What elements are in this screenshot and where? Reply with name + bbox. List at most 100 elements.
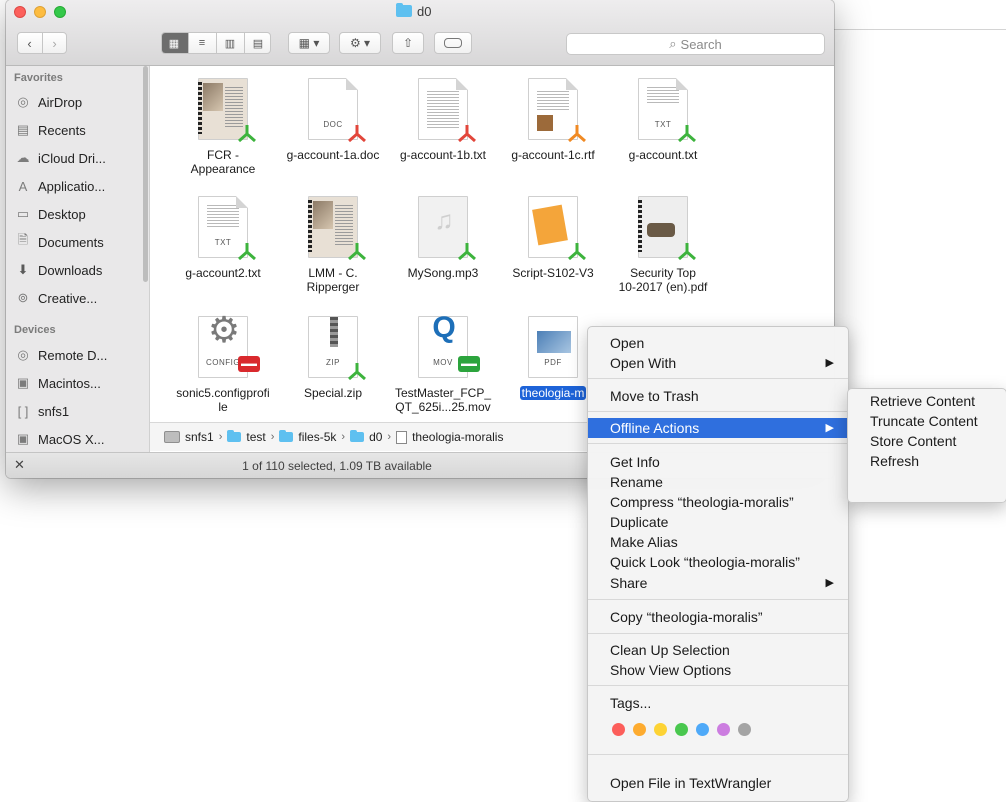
- file-item[interactable]: FCR - Appearance: [168, 78, 278, 176]
- minimize-window-button[interactable]: [34, 6, 46, 18]
- menu-item-move-to-trash[interactable]: Move to Trash: [588, 386, 848, 406]
- sidebar-item-remote-disc[interactable]: ◎ Remote D...: [15, 344, 145, 366]
- search-field[interactable]: ⌕ Search: [566, 33, 825, 55]
- menu-item-rename[interactable]: Rename: [588, 472, 848, 492]
- path-item[interactable]: snfs1: [185, 430, 214, 444]
- sidebar-item-downloads[interactable]: ⬇ Downloads: [15, 259, 145, 281]
- sidebar-item-applications[interactable]: A Applicatio...: [15, 175, 145, 197]
- sync-status-icon: [348, 363, 366, 381]
- menu-separator: [588, 754, 848, 755]
- sidebar-item-desktop[interactable]: ▭ Desktop: [15, 203, 145, 225]
- file-item[interactable]: LMM - C. Ripperger: [278, 196, 388, 294]
- document-thumbnail-icon: [198, 78, 256, 143]
- tag-green-button[interactable]: [675, 723, 688, 736]
- file-item[interactable]: MOV ▬▬ TestMaster_FCP_ QT_625i...25.mov: [388, 316, 498, 414]
- menu-item-label: Rename: [610, 474, 663, 490]
- folder-icon: [350, 430, 365, 442]
- menu-item-share[interactable]: Share ▶: [588, 573, 848, 593]
- menu-item-label: Share: [610, 575, 648, 591]
- arrange-icon: ▦ ▾: [298, 36, 320, 50]
- file-item[interactable]: CONFIG ▬▬ sonic5.configprofi le: [168, 316, 278, 414]
- sidebar-item-recents[interactable]: ▤ Recents: [15, 119, 145, 141]
- context-menu: Open Open With ▶ Move to Trash Offline Ac…: [587, 326, 849, 802]
- menu-item-label: Open File in TextWrangler: [610, 775, 772, 791]
- menu-item-offline-actions[interactable]: Offline Actions ▶: [588, 418, 848, 438]
- menu-item-copy[interactable]: Copy “theologia-moralis”: [588, 607, 848, 627]
- menu-item-clean-up-selection[interactable]: Clean Up Selection: [588, 640, 848, 660]
- menu-item-show-view-options[interactable]: Show View Options: [588, 660, 848, 680]
- close-window-button[interactable]: [14, 6, 26, 18]
- tag-yellow-button[interactable]: [654, 723, 667, 736]
- sidebar-item-macos-x[interactable]: ▣ MacOS X...: [15, 428, 145, 450]
- column-view-button[interactable]: ▥: [217, 33, 245, 53]
- arrange-button[interactable]: ▦ ▾: [288, 32, 330, 54]
- chevron-right-icon: ›: [270, 431, 275, 443]
- chevron-right-icon[interactable]: ›: [43, 33, 67, 53]
- menu-item-label: Store Content: [870, 433, 957, 449]
- submenu-item-truncate-content[interactable]: Truncate Content: [848, 411, 1006, 431]
- file-item[interactable]: ♫ MySong.mp3: [388, 196, 498, 280]
- zoom-window-button[interactable]: [54, 6, 66, 18]
- tag-gray-button[interactable]: [738, 723, 751, 736]
- file-item[interactable]: g-account-1c.rtf: [498, 78, 608, 162]
- sidebar-item-documents[interactable]: 🗎 Documents: [15, 231, 145, 253]
- doc-file-icon: DOC: [308, 78, 366, 143]
- submenu-item-store-content[interactable]: Store Content: [848, 431, 1006, 451]
- sidebar: Favorites ◎ AirDrop ▤ Recents ☁ iCloud D…: [6, 66, 150, 452]
- menu-item-label: Truncate Content: [870, 413, 978, 429]
- document-thumbnail-icon: [308, 196, 366, 261]
- submenu-item-retrieve-content[interactable]: Retrieve Content: [848, 391, 1006, 411]
- menu-item-tags[interactable]: Tags...: [588, 693, 848, 713]
- sidebar-item-icloud[interactable]: ☁ iCloud Dri...: [15, 147, 145, 169]
- rtf-file-icon: [528, 78, 586, 143]
- chevron-right-icon: ›: [387, 431, 392, 443]
- file-item[interactable]: Security Top 10-2017 (en).pdf: [608, 196, 718, 294]
- path-item[interactable]: d0: [369, 430, 382, 444]
- sidebar-item-snfs1[interactable]: [ ] snfs1: [15, 400, 145, 422]
- menu-item-get-info[interactable]: Get Info: [588, 452, 848, 472]
- path-item[interactable]: theologia-moralis: [412, 430, 503, 444]
- sidebar-item-airdrop[interactable]: ◎ AirDrop: [15, 91, 145, 113]
- menu-item-duplicate[interactable]: Duplicate: [588, 512, 848, 532]
- sync-status-icon: [568, 125, 586, 143]
- icon-view-button[interactable]: ▦: [162, 33, 189, 53]
- file-name: LMM - C. Ripperger: [306, 266, 360, 294]
- path-item[interactable]: test: [246, 430, 265, 444]
- list-view-button[interactable]: ≡: [189, 33, 217, 53]
- share-button[interactable]: ⇧: [392, 32, 424, 54]
- file-item[interactable]: DOC g-account-1a.doc: [278, 78, 388, 162]
- tag-red-button[interactable]: [612, 723, 625, 736]
- file-item[interactable]: TXT g-account2.txt: [168, 196, 278, 280]
- chevron-left-icon[interactable]: ‹: [18, 33, 43, 53]
- cover-flow-button[interactable]: ▤: [245, 33, 271, 53]
- sync-status-icon: [458, 125, 476, 143]
- menu-item-quick-look[interactable]: Quick Look “theologia-moralis”: [588, 552, 848, 572]
- chevron-right-icon: ›: [341, 431, 346, 443]
- menu-item-compress[interactable]: Compress “theologia-moralis”: [588, 492, 848, 512]
- window-title: d0: [396, 3, 431, 19]
- tag-blue-button[interactable]: [696, 723, 709, 736]
- tag-button[interactable]: [434, 32, 472, 54]
- tag-icon: [444, 38, 462, 48]
- background-window-edge: [834, 0, 1006, 30]
- file-item[interactable]: ZIP Special.zip: [278, 316, 388, 400]
- sidebar-item-macintosh-hd[interactable]: ▣ Macintos...: [15, 372, 145, 394]
- sidebar-item-creative-cloud[interactable]: ⊚ Creative...: [15, 287, 145, 309]
- file-item[interactable]: Script-S102-V3: [498, 196, 608, 280]
- file-item[interactable]: g-account-1b.txt: [388, 78, 498, 162]
- action-button[interactable]: ⚙ ▾: [339, 32, 381, 54]
- tag-orange-button[interactable]: [633, 723, 646, 736]
- file-name: theologia-m: [519, 386, 587, 400]
- path-item[interactable]: files-5k: [298, 430, 336, 444]
- hard-drive-icon: ▣: [16, 375, 30, 390]
- menu-item-open[interactable]: Open: [588, 333, 848, 353]
- tag-purple-button[interactable]: [717, 723, 730, 736]
- menu-item-open-in-textwrangler[interactable]: Open File in TextWrangler: [588, 773, 848, 793]
- menu-item-open-with[interactable]: Open With ▶: [588, 353, 848, 373]
- desktop-icon: ▭: [16, 206, 30, 221]
- menu-separator: [588, 685, 848, 686]
- menu-item-make-alias[interactable]: Make Alias: [588, 532, 848, 552]
- file-item[interactable]: TXT g-account.txt: [608, 78, 718, 162]
- submenu-item-refresh[interactable]: Refresh: [848, 451, 1006, 471]
- sidebar-heading-favorites: Favorites: [14, 72, 63, 84]
